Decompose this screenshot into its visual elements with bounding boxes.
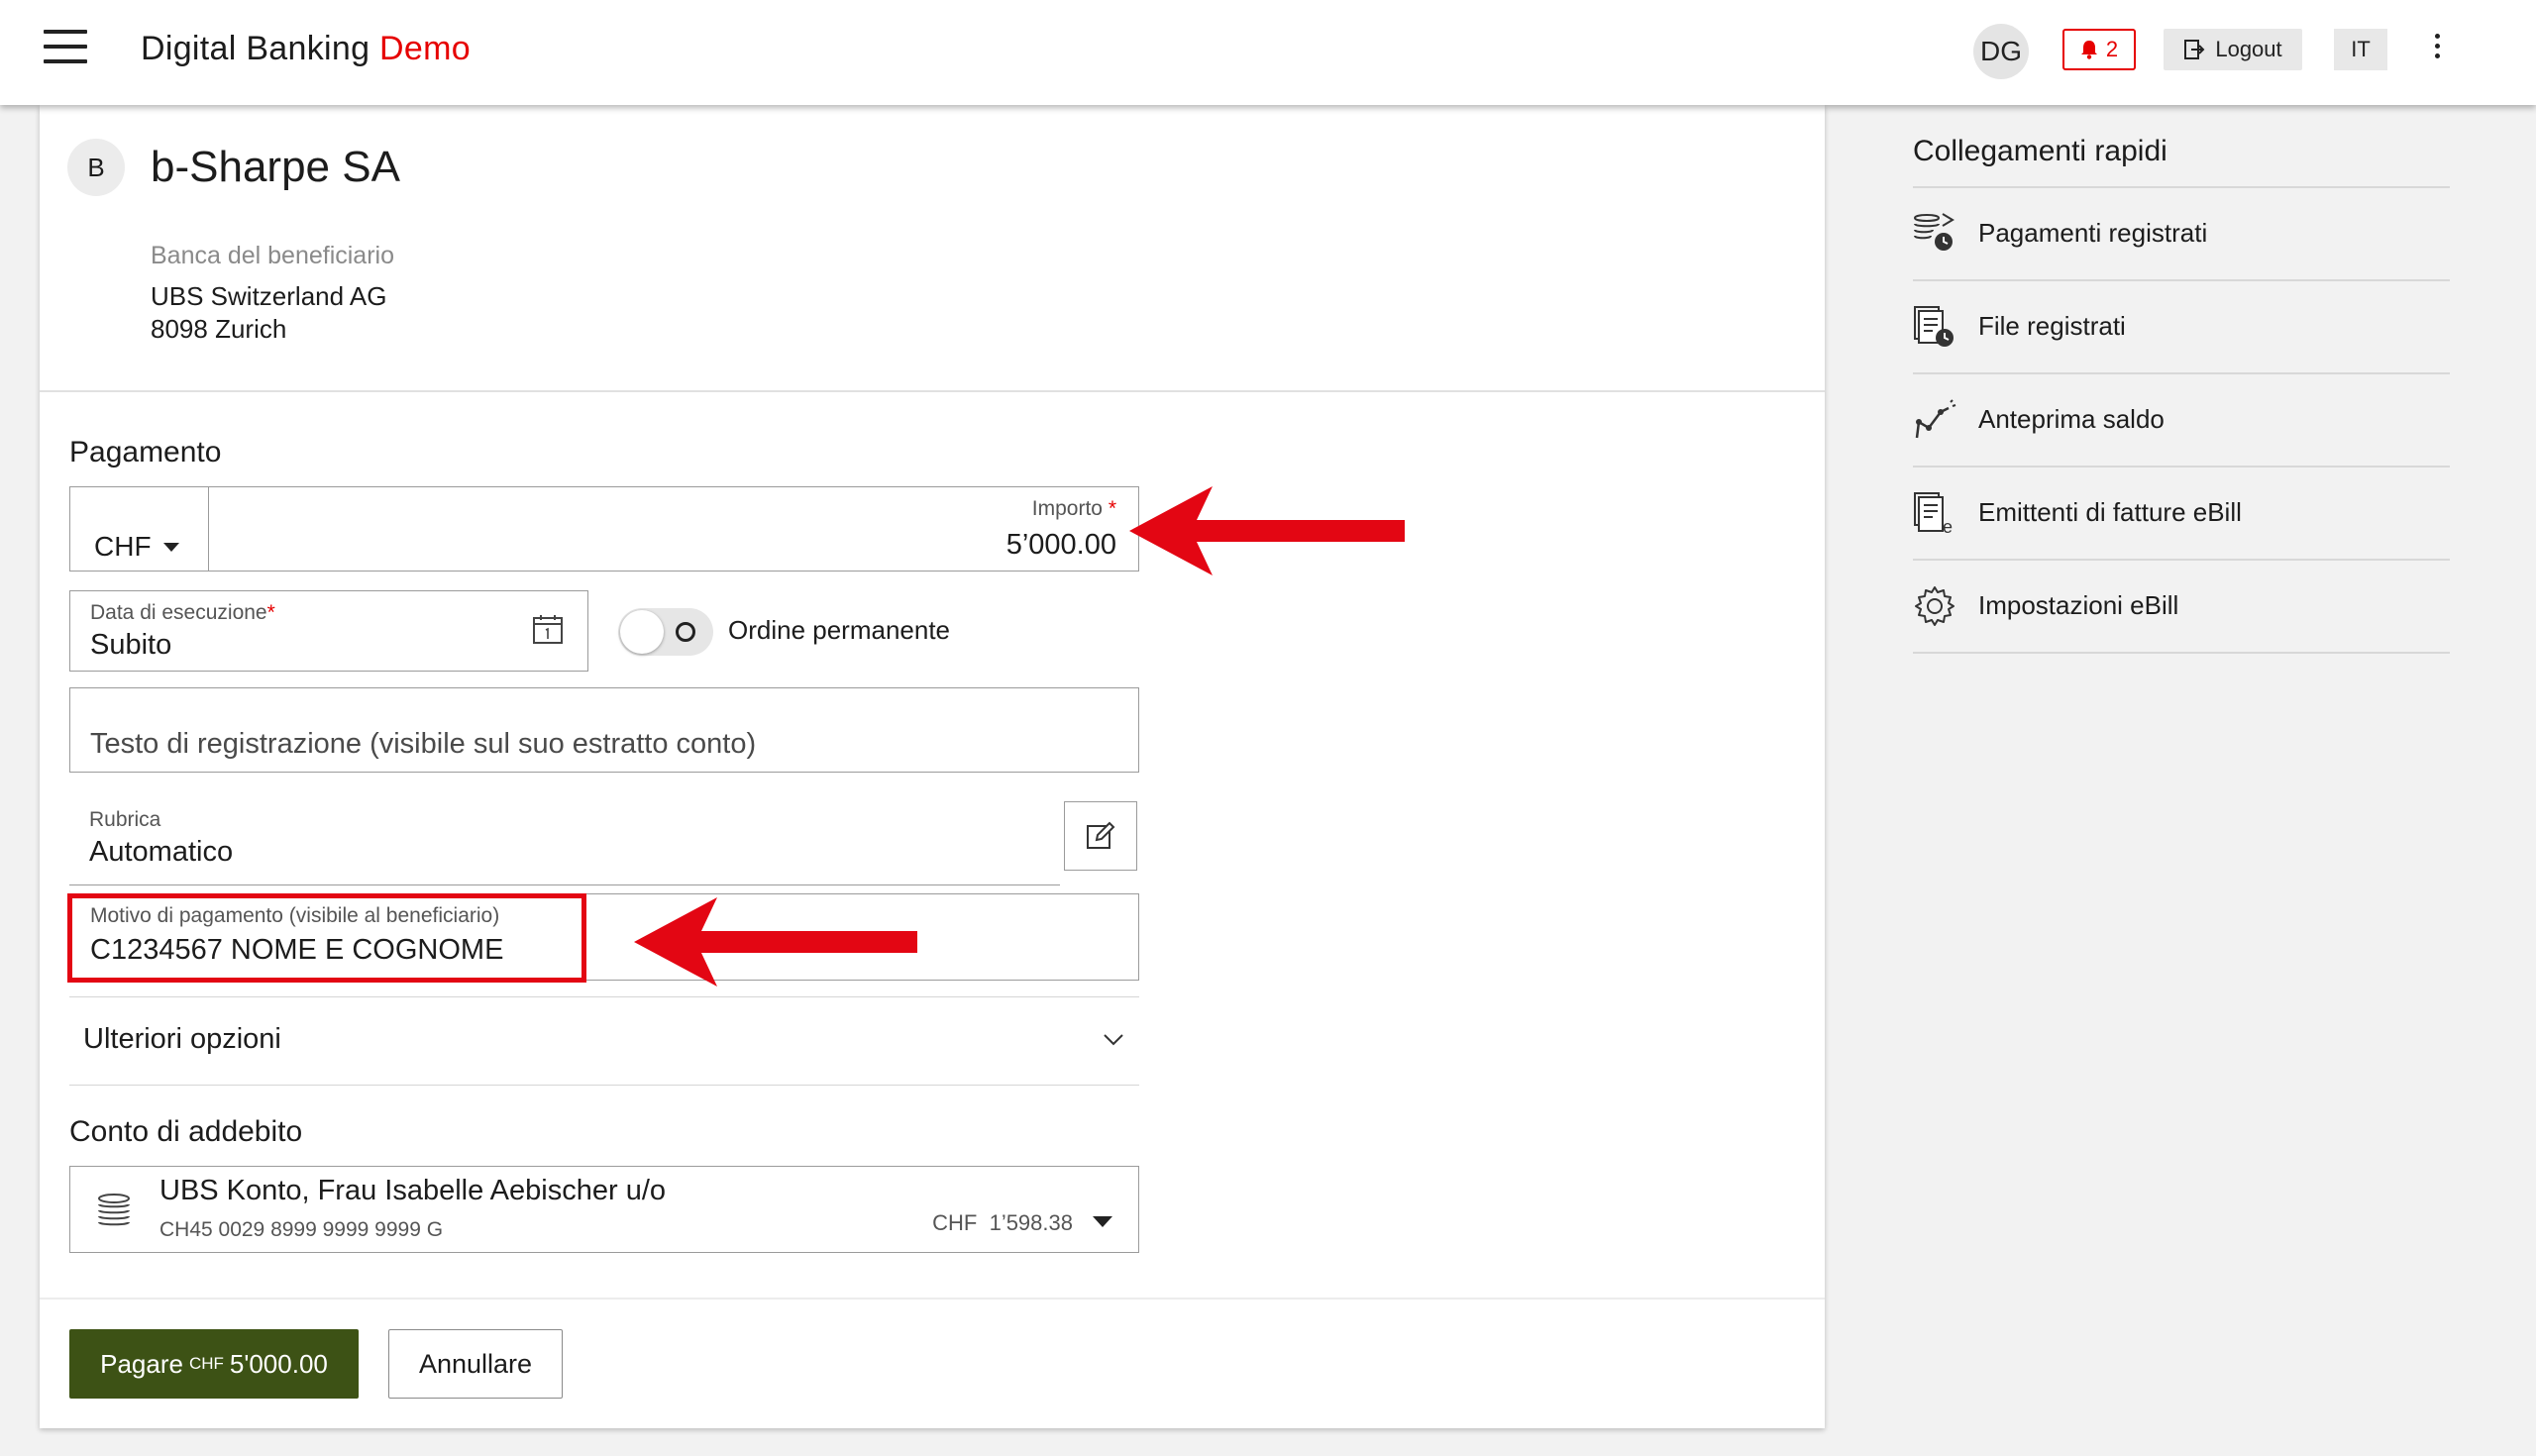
quick-link-label: Impostazioni eBill [1978, 590, 2179, 620]
brand-accent: Demo [379, 30, 471, 67]
debit-account-select[interactable]: UBS Konto, Frau Isabelle Aebischer u/o C… [69, 1166, 1139, 1253]
execution-date-label: Data di esecuzione* [90, 601, 275, 624]
chevron-down-icon [1104, 1034, 1123, 1046]
address-book-value: Automatico [89, 836, 234, 868]
toggle-knob [620, 610, 664, 654]
pay-button[interactable]: Pagare CHF 5'000.00 [69, 1329, 359, 1399]
brand-title: Digital Banking Demo [141, 30, 471, 68]
execution-date-value: Subito [90, 629, 172, 661]
beneficiary-bank-city: 8098 Zurich [151, 314, 287, 344]
calendar-icon[interactable] [532, 613, 564, 645]
payment-section-title: Pagamento [69, 436, 222, 468]
svg-text:e: e [1943, 517, 1953, 535]
debit-account-iban: CH45 0029 8999 9999 9999 G [159, 1218, 444, 1241]
beneficiary-bank-caption: Banca del beneficiario [151, 242, 394, 269]
quick-links-title: Collegamenti rapidi [1913, 135, 2167, 167]
execution-date-field[interactable]: Data di esecuzione* Subito [69, 590, 588, 672]
cancel-button[interactable]: Annullare [388, 1329, 563, 1399]
amount-input[interactable]: 5’000.00 [1006, 529, 1116, 562]
quick-link-label: Pagamenti registrati [1978, 218, 2208, 248]
bell-icon [2080, 41, 2097, 59]
caret-down-icon [163, 543, 179, 552]
language-button[interactable]: IT [2334, 29, 2387, 70]
debit-account-name: UBS Konto, Frau Isabelle Aebischer u/o [159, 1175, 667, 1206]
logout-icon [2184, 40, 2205, 59]
toggle-off-indicator [676, 622, 695, 642]
ebill-issuers-icon: e [1914, 492, 1953, 535]
edit-icon [1087, 821, 1115, 849]
amount-label: Importo * [1031, 497, 1116, 520]
address-book-field[interactable]: Rubrica Automatico [69, 790, 1060, 885]
debit-section-title: Conto di addebito [69, 1115, 303, 1148]
currency-value: CHF [94, 531, 152, 562]
quick-link-balance-preview[interactable]: Anteprima saldo [1913, 374, 2450, 466]
top-bar: Digital Banking Demo DG 2 Logout IT [0, 0, 2536, 105]
more-options-label: Ulteriori opzioni [83, 1023, 281, 1055]
coins-icon [98, 1194, 130, 1226]
notifications-count: 2 [2105, 37, 2119, 61]
saved-files-icon [1914, 306, 1954, 347]
beneficiary-avatar: B [67, 139, 125, 196]
divider [40, 1298, 1825, 1300]
quick-link-saved-payments[interactable]: Pagamenti registrati [1913, 188, 2450, 279]
quick-link-ebill-issuers[interactable]: e Emittenti di fatture eBill [1913, 468, 2450, 559]
quick-link-label: Anteprima saldo [1978, 404, 2165, 434]
divider [1913, 652, 2450, 654]
debit-account-balance: CHF 1’598.38 [932, 1210, 1073, 1235]
pay-label: Pagare [100, 1348, 183, 1379]
annotation-arrow-reason [634, 897, 917, 987]
more-vertical-icon[interactable] [2429, 34, 2445, 65]
standing-order-toggle[interactable] [618, 608, 713, 656]
gear-icon [1915, 586, 1955, 626]
quick-link-label: Emittenti di fatture eBill [1978, 497, 2242, 527]
saved-payments-icon [1913, 213, 1955, 251]
address-book-label: Rubrica [89, 808, 161, 831]
caret-down-icon [1093, 1216, 1112, 1227]
menu-icon[interactable] [44, 30, 87, 63]
logout-label: Logout [2215, 37, 2282, 61]
beneficiary-name: b-Sharpe SA [151, 143, 400, 191]
avatar[interactable]: DG [1973, 24, 2029, 79]
edit-address-book-button[interactable] [1064, 801, 1137, 871]
booking-text-field[interactable]: Testo di registrazione (visibile sul suo… [69, 687, 1139, 773]
quick-link-label: File registrati [1978, 311, 2126, 341]
pay-amount: 5'000.00 [229, 1348, 328, 1379]
annotation-highlight-box [67, 893, 586, 983]
currency-select[interactable]: CHF [70, 487, 209, 571]
balance-preview-icon [1915, 399, 1956, 439]
brand-main: Digital Banking [141, 30, 370, 67]
pay-currency: CHF [188, 1354, 224, 1373]
beneficiary-bank-name: UBS Switzerland AG [151, 281, 387, 311]
annotation-arrow-amount [1129, 486, 1405, 575]
more-options-expander[interactable]: Ulteriori opzioni [69, 996, 1139, 1086]
booking-text-placeholder: Testo di registrazione (visibile sul suo… [90, 728, 757, 760]
quick-link-saved-files[interactable]: File registrati [1913, 281, 2450, 372]
payment-card: B b-Sharpe SA Banca del beneficiario UBS… [40, 105, 1825, 1428]
divider [40, 390, 1825, 392]
logout-button[interactable]: Logout [2164, 29, 2302, 70]
quick-link-ebill-settings[interactable]: Impostazioni eBill [1913, 561, 2450, 652]
amount-field: CHF Importo * 5’000.00 [69, 486, 1139, 572]
standing-order-label: Ordine permanente [728, 615, 951, 645]
notifications-button[interactable]: 2 [2062, 29, 2136, 70]
